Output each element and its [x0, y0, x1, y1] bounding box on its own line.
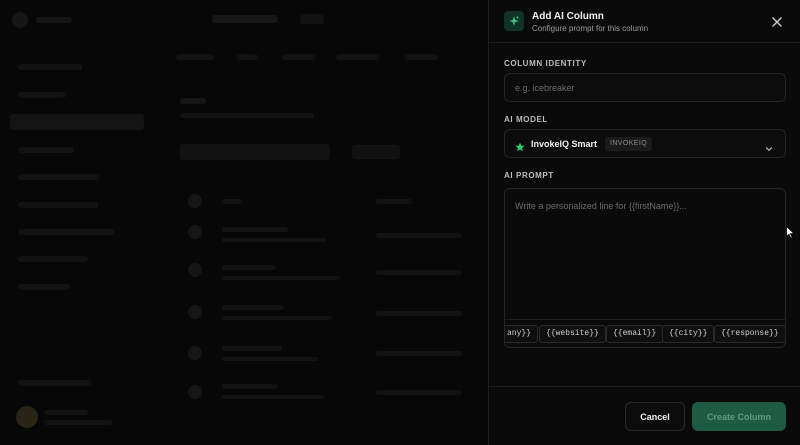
row-placeholder [376, 390, 462, 395]
tab-placeholder [176, 54, 214, 60]
ai-model-label: AI MODEL [504, 115, 548, 124]
header-placeholder [222, 199, 242, 204]
page-title-placeholder [212, 15, 278, 23]
variable-chip-city[interactable]: {{city}} [662, 325, 715, 343]
tab-placeholder [336, 54, 380, 60]
variable-chip-website[interactable]: {{website}} [539, 325, 606, 343]
row-avatar [188, 225, 202, 239]
row-avatar [188, 305, 202, 319]
sidebar-item-active [10, 114, 144, 130]
sidebar-item [18, 174, 100, 180]
user-email-placeholder [44, 420, 112, 425]
row-placeholder [376, 270, 462, 275]
row-placeholder [376, 311, 462, 316]
row-placeholder [222, 395, 324, 399]
star-icon [515, 139, 525, 157]
tab-placeholder [282, 54, 316, 60]
sidebar-item [18, 92, 66, 98]
panel-subtitle: Configure prompt for this column [532, 24, 649, 33]
app-logo [12, 12, 28, 28]
ai-prompt-placeholder: Write a personalized line for {{firstNam… [515, 201, 687, 211]
header-placeholder [376, 199, 412, 204]
background-page-overlay [0, 0, 488, 445]
ai-model-provider-badge: INVOKEIQ [605, 137, 653, 151]
section-subtitle-placeholder [180, 113, 314, 118]
row-placeholder [222, 265, 276, 270]
row-placeholder [222, 357, 318, 361]
filter-placeholder [352, 145, 400, 159]
row-placeholder [222, 346, 282, 351]
sidebar-item [18, 256, 88, 262]
column-identity-label: COLUMN IDENTITY [504, 59, 587, 68]
app-name-placeholder [36, 17, 72, 23]
variable-chip-email[interactable]: {{email}} [606, 325, 664, 343]
row-placeholder [222, 384, 278, 389]
panel-header: Add AI Column Configure prompt for this … [489, 0, 800, 43]
sidebar-item [18, 229, 114, 235]
sidebar-footer-item [18, 380, 92, 386]
panel-footer: Cancel Create Column [489, 386, 800, 445]
row-placeholder [222, 316, 332, 320]
prompt-variables-bar[interactable]: any}} {{website}} {{email}} {{city}} {{r… [505, 319, 785, 347]
close-icon[interactable] [769, 14, 785, 30]
mouse-cursor-icon [786, 225, 796, 244]
row-placeholder [376, 233, 462, 238]
variable-chip[interactable]: any}} [505, 325, 539, 343]
row-placeholder [222, 227, 288, 232]
row-placeholder [222, 276, 340, 280]
sidebar-item [18, 202, 98, 208]
variable-chip-response[interactable]: {{response}} [714, 325, 785, 343]
sparkles-icon [504, 11, 524, 31]
ai-prompt-label: AI PROMPT [504, 171, 554, 180]
sidebar-item [18, 64, 82, 70]
row-placeholder [376, 351, 462, 356]
panel-title: Add AI Column [532, 11, 604, 22]
cancel-button[interactable]: Cancel [625, 402, 685, 431]
chevron-down-icon [765, 140, 773, 158]
row-avatar [188, 346, 202, 360]
sidebar-item [18, 284, 70, 290]
ai-prompt-textarea[interactable]: Write a personalized line for {{firstNam… [504, 188, 786, 348]
sidebar-item [18, 147, 74, 153]
tab-placeholder [404, 54, 438, 60]
row-placeholder [222, 305, 284, 310]
user-name-placeholder [44, 410, 88, 415]
row-avatar [188, 194, 202, 208]
search-placeholder [180, 144, 330, 160]
tab-placeholder [236, 54, 258, 60]
ai-model-select[interactable]: InvokeIQ Smart INVOKEIQ [504, 129, 786, 158]
avatar [16, 406, 38, 428]
column-identity-input[interactable] [504, 73, 786, 102]
badge-placeholder [300, 14, 324, 24]
create-column-button[interactable]: Create Column [692, 402, 786, 431]
row-avatar [188, 263, 202, 277]
row-avatar [188, 385, 202, 399]
row-placeholder [222, 238, 326, 242]
section-title-placeholder [180, 98, 206, 104]
add-ai-column-panel: Add AI Column Configure prompt for this … [488, 0, 800, 445]
ai-model-name: InvokeIQ Smart [531, 139, 598, 149]
